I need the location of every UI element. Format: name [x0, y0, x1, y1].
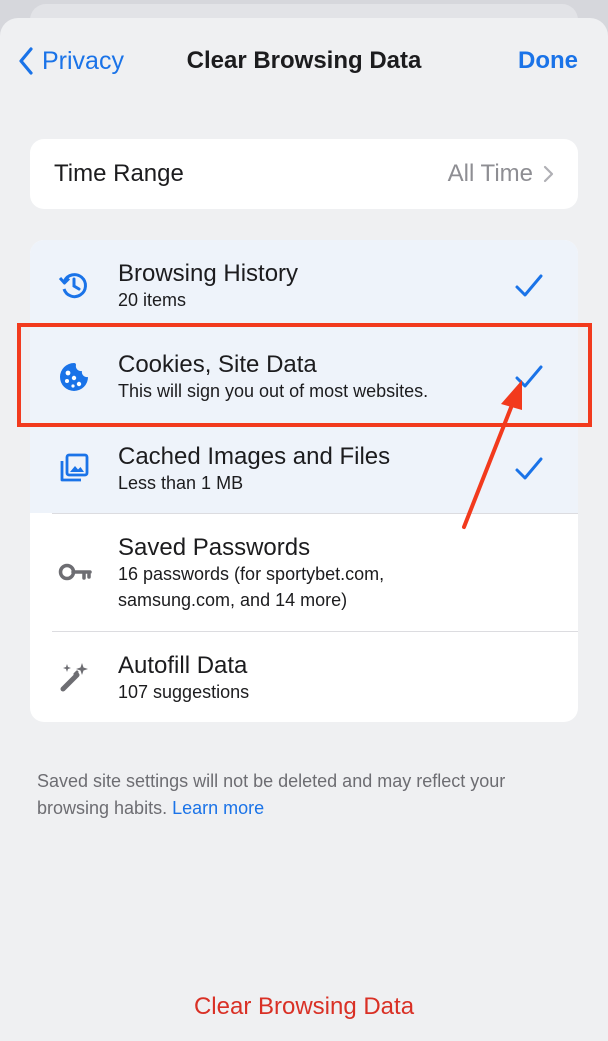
time-range-value: All Time [448, 160, 554, 188]
footnote: Saved site settings will not be deleted … [37, 768, 577, 822]
item-title: Browsing History [118, 260, 299, 287]
list-item-browsing-history[interactable]: Browsing History 20 items [30, 240, 578, 331]
time-range-value-text: All Time [447, 160, 533, 187]
item-title: Saved Passwords [118, 534, 311, 561]
item-subtitle: This will sign you out of most websites. [118, 381, 429, 401]
learn-more-link[interactable]: Learn more [172, 798, 264, 818]
page-title: Clear Browsing Data [186, 47, 422, 74]
checkmark-icon [515, 365, 543, 388]
checkmark-icon [515, 457, 543, 480]
magic-wand-icon [60, 663, 88, 692]
divider [52, 513, 578, 514]
item-title: Cookies, Site Data [118, 351, 317, 378]
item-subtitle-line1: 16 passwords (for sportybet.com, [118, 564, 385, 584]
data-types-list: Browsing History 20 items Cookies, Site … [30, 240, 578, 722]
footnote-text: Saved site settings will not be deleted … [37, 771, 506, 818]
clear-browsing-data-button[interactable]: Clear Browsing Data [0, 993, 608, 1021]
checkmark-icon [515, 274, 543, 297]
divider [52, 631, 578, 632]
time-range-row[interactable]: Time Range All Time [30, 139, 578, 209]
item-title: Cached Images and Files [118, 443, 391, 470]
done-button[interactable]: Done [518, 44, 578, 78]
key-icon [58, 563, 92, 581]
image-icon [60, 453, 89, 482]
item-subtitle-line2: samsung.com, and 14 more) [118, 590, 348, 610]
history-icon [58, 273, 87, 299]
list-item-cached-images[interactable]: Cached Images and Files Less than 1 MB [30, 422, 578, 513]
item-subtitle: 20 items [118, 290, 187, 310]
time-range-label: Time Range [54, 160, 184, 187]
item-title: Autofill Data [118, 652, 248, 679]
cookie-icon [60, 363, 88, 391]
list-item-autofill-data[interactable]: Autofill Data 107 suggestions [30, 631, 578, 722]
list-item-cookies-site-data[interactable]: Cookies, Site Data This will sign you ou… [30, 331, 578, 422]
list-item-saved-passwords[interactable]: Saved Passwords 16 passwords (for sporty… [30, 513, 578, 631]
item-subtitle: Less than 1 MB [118, 473, 244, 493]
chevron-right-icon [543, 165, 554, 183]
item-subtitle: 107 suggestions [118, 682, 250, 702]
